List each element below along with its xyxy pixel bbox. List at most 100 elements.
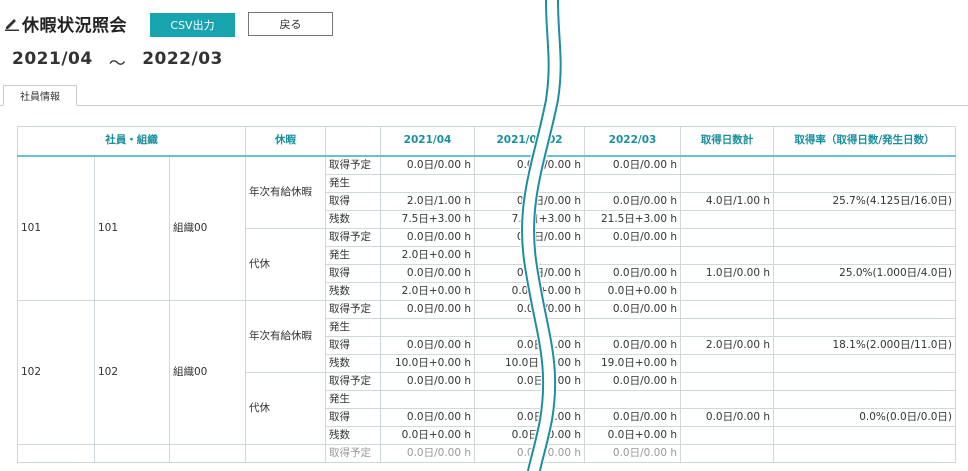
month-1-cell: 0.0日/0.00 h bbox=[380, 299, 476, 319]
col-header-total: 取得日数計 bbox=[680, 126, 775, 157]
item-label-cell: 取得 bbox=[325, 191, 382, 211]
leave-type-cell: 年次有給休暇 bbox=[245, 155, 327, 229]
col-header-item bbox=[325, 126, 382, 157]
month-1-cell: 7.5日+3.00 h bbox=[380, 209, 476, 229]
employee-number-cell: 101 bbox=[17, 155, 95, 301]
organization-cell: 組織00 bbox=[168, 299, 247, 445]
employee-number-cell: 102 bbox=[17, 299, 95, 445]
rate-cell: 25.7%(4.125日/16.0日) bbox=[773, 191, 957, 211]
rate-cell bbox=[773, 317, 957, 337]
item-label-cell: 取得 bbox=[325, 335, 382, 355]
total-cell: 1.0日/0.00 h bbox=[680, 263, 775, 283]
empty-cell bbox=[17, 443, 95, 463]
col-header-employee-org: 社員・組織 bbox=[16, 126, 247, 157]
total-cell bbox=[680, 173, 775, 193]
month-3-cell: 0.0日/0.00 h bbox=[584, 335, 682, 355]
rate-cell bbox=[773, 389, 957, 409]
month-2-cell bbox=[474, 245, 586, 265]
rate-cell bbox=[773, 443, 957, 463]
col-header-rate: 取得率（取得日数/発生日数） bbox=[773, 126, 957, 157]
month-1-cell: 0.0日+0.00 h bbox=[380, 425, 476, 445]
table-row-partial: 取得予定 0.0日/0.00 h 0.0日/0.00 h 0.0日/0.00 h bbox=[17, 443, 957, 463]
col-header-leave: 休暇 bbox=[245, 126, 327, 157]
month-1-cell: 10.0日+0.00 h bbox=[380, 353, 476, 373]
organization-cell: 組織00 bbox=[168, 155, 247, 301]
total-cell bbox=[680, 227, 775, 247]
period-from: 2021/04 bbox=[12, 49, 93, 69]
leave-type-cell: 代休 bbox=[245, 371, 327, 445]
month-2-cell: 7.5日+3.00 h bbox=[474, 209, 586, 229]
table-row: 101 101 組織00 年次有給休暇 取得予定 0.0日/0.00 h 0.0日/0.00… bbox=[17, 155, 957, 301]
rate-cell: 0.0%(0.0日/0.0日) bbox=[773, 407, 957, 427]
rate-cell bbox=[773, 173, 957, 193]
empty-cell bbox=[245, 443, 327, 463]
month-2-cell: 0.0日/0.00 h bbox=[474, 227, 586, 247]
rate-cell bbox=[773, 209, 957, 229]
item-label-cell: 発生 bbox=[325, 245, 382, 265]
month-3-cell bbox=[584, 173, 682, 193]
month-3-cell: 0.0日/0.00 h bbox=[584, 299, 682, 319]
item-label-cell: 取得 bbox=[325, 407, 382, 427]
item-label-cell: 残数 bbox=[325, 209, 382, 229]
total-cell bbox=[680, 299, 775, 319]
edit-icon bbox=[4, 15, 20, 31]
month-3-cell: 0.0日/0.00 h bbox=[584, 155, 682, 175]
item-label-cell: 残数 bbox=[325, 425, 382, 445]
total-cell bbox=[680, 245, 775, 265]
total-cell bbox=[680, 353, 775, 373]
item-label-cell: 残数 bbox=[325, 281, 382, 301]
month-2-cell: 0.0日/0.00 h bbox=[474, 191, 586, 211]
total-cell: 0.0日/0.00 h bbox=[680, 407, 775, 427]
month-2-cell: 0.0日/0.00 h bbox=[474, 155, 586, 175]
month-2-cell bbox=[474, 389, 586, 409]
tab-employee-info[interactable]: 社員情報 bbox=[3, 85, 77, 106]
col-header-month-3: 2022/03 bbox=[584, 126, 682, 157]
rate-cell bbox=[773, 353, 957, 373]
month-2-cell: 0.0日+0.00 h bbox=[474, 425, 586, 445]
month-3-cell bbox=[584, 245, 682, 265]
month-1-cell bbox=[380, 389, 476, 409]
total-cell bbox=[680, 389, 775, 409]
period-separator: ～ bbox=[108, 54, 127, 74]
page-header: 休暇状況照会 bbox=[4, 10, 127, 36]
rate-cell: 18.1%(2.000日/11.0日) bbox=[773, 335, 957, 355]
month-2-cell bbox=[474, 317, 586, 337]
month-3-cell bbox=[584, 317, 682, 337]
leave-type-cell: 代休 bbox=[245, 227, 327, 301]
rate-cell bbox=[773, 371, 957, 391]
total-cell: 4.0日/1.00 h bbox=[680, 191, 775, 211]
month-3-cell: 0.0日/0.00 h bbox=[584, 263, 682, 283]
month-1-cell: 2.0日+0.00 h bbox=[380, 281, 476, 301]
total-cell bbox=[680, 443, 775, 463]
csv-export-button[interactable]: CSV出力 bbox=[150, 13, 235, 37]
month-3-cell: 0.0日/0.00 h bbox=[584, 443, 682, 463]
period-range: 2021/04 ～ 2022/03 bbox=[12, 49, 223, 74]
table-row: 102 102 組織00 年次有給休暇 取得予定 0.0日/0.00 h 0.0日/0.00… bbox=[17, 299, 957, 445]
month-1-cell: 0.0日/0.00 h bbox=[380, 263, 476, 283]
total-cell bbox=[680, 209, 775, 229]
back-button[interactable]: 戻る bbox=[248, 12, 333, 36]
month-2-cell: 0.0日/0.00 h bbox=[474, 299, 586, 319]
total-cell bbox=[680, 155, 775, 175]
month-3-cell: 19.0日+0.00 h bbox=[584, 353, 682, 373]
rate-cell bbox=[773, 299, 957, 319]
leave-status-table: 社員・組織 休暇 2021/04 2021/05/02 2022/03 取得日数… bbox=[16, 126, 957, 463]
item-label-cell: 取得予定 bbox=[325, 443, 382, 463]
month-1-cell bbox=[380, 173, 476, 193]
month-2-cell bbox=[474, 173, 586, 193]
month-1-cell: 2.0日+0.00 h bbox=[380, 245, 476, 265]
total-cell bbox=[680, 281, 775, 301]
month-1-cell: 0.0日/0.00 h bbox=[380, 335, 476, 355]
item-label-cell: 取得 bbox=[325, 263, 382, 283]
month-3-cell: 0.0日/0.00 h bbox=[584, 227, 682, 247]
rate-cell bbox=[773, 227, 957, 247]
col-header-month-2: 2021/05/02 bbox=[474, 126, 586, 157]
month-2-cell: 0.0日/0.00 h bbox=[474, 263, 586, 283]
month-3-cell: 0.0日/0.00 h bbox=[584, 371, 682, 391]
item-label-cell: 発生 bbox=[325, 173, 382, 193]
month-1-cell: 0.0日/0.00 h bbox=[380, 371, 476, 391]
month-2-cell: 0.0日+0.00 h bbox=[474, 281, 586, 301]
total-cell bbox=[680, 425, 775, 445]
month-1-cell bbox=[380, 317, 476, 337]
tab-divider bbox=[0, 105, 968, 106]
